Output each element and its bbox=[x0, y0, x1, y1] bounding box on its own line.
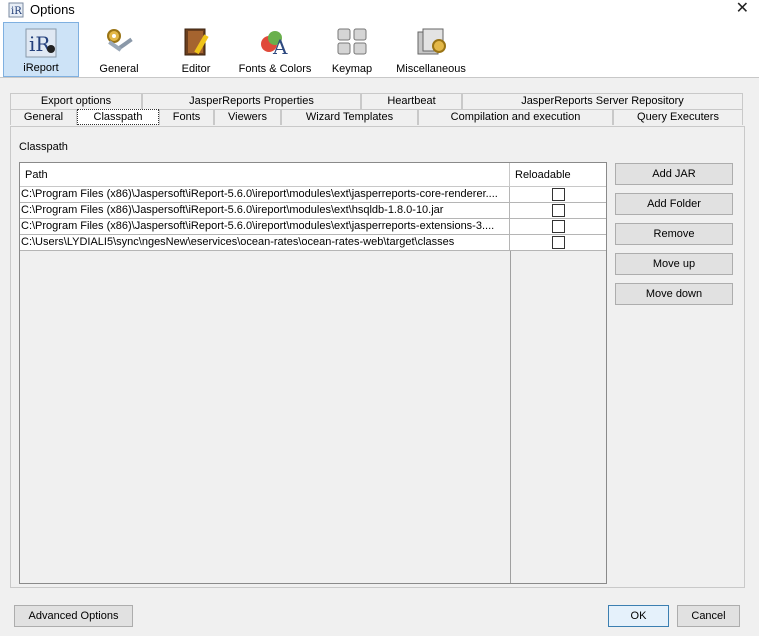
tab-general[interactable]: General bbox=[10, 109, 77, 125]
advanced-options-button[interactable]: Advanced Options bbox=[14, 605, 133, 627]
fonts-colors-icon: A bbox=[261, 31, 288, 58]
category-keymap[interactable]: Keymap bbox=[318, 22, 386, 77]
tab-row-top: Export options JasperReports Properties … bbox=[10, 93, 743, 109]
category-miscellaneous-label: Miscellaneous bbox=[396, 63, 466, 75]
reloadable-cell bbox=[510, 235, 606, 250]
category-general-label: General bbox=[99, 63, 139, 75]
column-header-reloadable[interactable]: Reloadable bbox=[510, 163, 606, 187]
book-pencil-icon bbox=[184, 28, 209, 56]
ireport-logo-icon: iR bbox=[25, 28, 57, 58]
table-row[interactable]: C:\Users\LYDIALI5\sync\ngesNew\eservices… bbox=[20, 235, 606, 251]
tab-wizard-templates[interactable]: Wizard Templates bbox=[281, 109, 418, 125]
category-fonts-colors[interactable]: A Fonts & Colors bbox=[236, 22, 314, 77]
column-header-path[interactable]: Path bbox=[20, 163, 510, 187]
svg-text:A: A bbox=[272, 35, 288, 58]
tab-compilation-and-execution[interactable]: Compilation and execution bbox=[418, 109, 613, 125]
category-editor-label: Editor bbox=[181, 63, 211, 75]
add-folder-button[interactable]: Add Folder bbox=[615, 193, 733, 215]
table-row[interactable]: C:\Program Files (x86)\Jaspersoft\iRepor… bbox=[20, 187, 606, 203]
reloadable-checkbox[interactable] bbox=[552, 236, 565, 249]
table-row[interactable]: C:\Program Files (x86)\Jaspersoft\iRepor… bbox=[20, 203, 606, 219]
reloadable-checkbox[interactable] bbox=[552, 188, 565, 201]
move-up-button[interactable]: Move up bbox=[615, 253, 733, 275]
gears-icon bbox=[107, 29, 133, 52]
table-row[interactable]: C:\Program Files (x86)\Jaspersoft\iRepor… bbox=[20, 219, 606, 235]
reloadable-checkbox[interactable] bbox=[552, 204, 565, 217]
table-body: C:\Program Files (x86)\Jaspersoft\iRepor… bbox=[20, 187, 606, 251]
tab-query-executers[interactable]: Query Executers bbox=[613, 109, 743, 125]
remove-button[interactable]: Remove bbox=[615, 223, 733, 245]
classpath-panel: Classpath Path Reloadable C:\Program Fil… bbox=[10, 126, 745, 588]
table-header: Path Reloadable bbox=[20, 163, 606, 187]
tab-classpath[interactable]: Classpath bbox=[77, 109, 159, 125]
category-fonts-colors-label: Fonts & Colors bbox=[238, 63, 312, 75]
category-editor[interactable]: Editor bbox=[160, 22, 232, 77]
tab-viewers[interactable]: Viewers bbox=[214, 109, 281, 125]
classpath-section-label: Classpath bbox=[19, 141, 68, 153]
svg-text:iR: iR bbox=[29, 32, 51, 56]
ok-button[interactable]: OK bbox=[608, 605, 669, 627]
tab-row-bottom: General Classpath Fonts Viewers Wizard T… bbox=[10, 109, 743, 125]
svg-text:iR: iR bbox=[11, 6, 22, 17]
tab-export-options[interactable]: Export options bbox=[10, 93, 142, 109]
category-ireport[interactable]: iR iReport bbox=[3, 22, 79, 77]
reloadable-cell bbox=[510, 187, 606, 202]
close-icon[interactable]: ✕ bbox=[736, 0, 749, 18]
path-cell[interactable]: C:\Program Files (x86)\Jaspersoft\iRepor… bbox=[20, 203, 510, 218]
reloadable-checkbox[interactable] bbox=[552, 220, 565, 233]
category-miscellaneous[interactable]: Miscellaneous bbox=[390, 22, 472, 77]
category-ireport-label: iReport bbox=[23, 62, 59, 74]
tab-jasperreports-server-repository[interactable]: JasperReports Server Repository bbox=[462, 93, 743, 109]
misc-icon bbox=[417, 28, 446, 55]
classpath-table: Path Reloadable C:\Program Files (x86)\J… bbox=[19, 162, 607, 584]
category-general[interactable]: General bbox=[83, 22, 155, 77]
path-cell[interactable]: C:\Users\LYDIALI5\sync\ngesNew\eservices… bbox=[20, 235, 510, 250]
path-cell[interactable]: C:\Program Files (x86)\Jaspersoft\iRepor… bbox=[20, 187, 510, 202]
reloadable-cell bbox=[510, 219, 606, 234]
window-title: Options bbox=[30, 2, 75, 17]
options-category-toolbar: iR iReport General Editor A Fonts & Colo… bbox=[0, 20, 759, 78]
tab-heartbeat[interactable]: Heartbeat bbox=[361, 93, 462, 109]
move-down-button[interactable]: Move down bbox=[615, 283, 733, 305]
keyboard-icon bbox=[337, 28, 367, 55]
tab-fonts[interactable]: Fonts bbox=[159, 109, 214, 125]
cancel-button[interactable]: Cancel bbox=[677, 605, 740, 627]
path-cell[interactable]: C:\Program Files (x86)\Jaspersoft\iRepor… bbox=[20, 219, 510, 234]
tab-jasperreports-properties[interactable]: JasperReports Properties bbox=[142, 93, 361, 109]
options-window: iR Options ✕ iR iReport General Editor A… bbox=[0, 0, 759, 636]
title-bar: iR Options ✕ bbox=[0, 0, 759, 20]
add-jar-button[interactable]: Add JAR bbox=[615, 163, 733, 185]
category-keymap-label: Keymap bbox=[331, 63, 373, 75]
ireport-app-icon: iR bbox=[8, 2, 24, 18]
reloadable-cell bbox=[510, 203, 606, 218]
